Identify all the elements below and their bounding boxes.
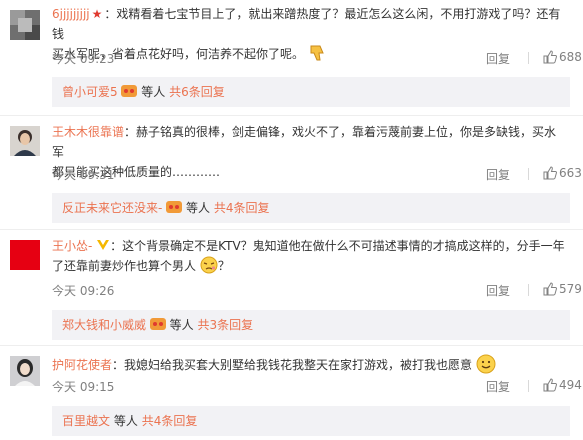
vip-icon — [121, 85, 138, 97]
meta-separator — [528, 168, 529, 180]
comment-content-line2-end: ？ — [217, 259, 230, 273]
sub-reply-box[interactable]: 郑大钱和小威威 等人 共3条回复 — [52, 310, 570, 340]
comment-content-line1: ：戏精看着七宝节目上了，就出来蹭热度了？最近怎么这么闲，不用打游戏了吗？还有钱 — [52, 7, 561, 41]
sub-reply-username[interactable]: 郑大钱和小威威 — [62, 318, 146, 332]
emoji-icon — [476, 354, 496, 374]
comment-username[interactable]: 王木木很靠谱 — [52, 125, 124, 139]
sub-reply-etc: 等人 — [113, 414, 138, 428]
avatar[interactable] — [10, 126, 40, 156]
sub-reply-more[interactable]: 共6条回复 — [169, 85, 225, 99]
like-icon[interactable] — [543, 166, 557, 180]
comment-content-line1: ：这个背景确定不是KTV？鬼知道他在做什么不可描述事情的才搞成这样的，分手一年 — [110, 239, 565, 253]
comment-meta: 今天 09:15 回复 494 — [52, 378, 582, 396]
comment-meta: 今天 09:26 回复 579 — [52, 282, 582, 300]
comment-username[interactable]: 护阿花使者 — [52, 358, 112, 372]
sub-reply-more[interactable]: 共4条回复 — [142, 414, 198, 428]
meta-separator — [528, 284, 529, 296]
like-count: 579 — [559, 282, 582, 296]
comment-meta: 今天 09:23 回复 688 — [52, 50, 582, 68]
like-icon[interactable] — [543, 50, 557, 64]
like-count: 494 — [559, 378, 582, 392]
sub-reply-more[interactable]: 共3条回复 — [198, 318, 254, 332]
vip-icon — [166, 201, 183, 213]
comment-content-line1: ：赫子铭真的很棒，剑走偏锋，戏火不了，靠着污蔑前妻上位，你是多缺钱，买水军 — [52, 125, 557, 159]
vip-icon — [149, 318, 166, 330]
sub-reply-username[interactable]: 曾小可爱5 — [62, 85, 118, 99]
sub-reply-username[interactable]: 反正未来它还没来- — [62, 201, 162, 215]
sub-reply-etc: 等人 — [186, 201, 211, 215]
like-icon[interactable] — [543, 282, 557, 296]
avatar[interactable] — [10, 356, 40, 386]
meta-separator — [528, 52, 529, 64]
like-count: 663 — [559, 166, 582, 180]
comment-time: 今天 09:23 — [52, 52, 115, 66]
reply-button[interactable]: 回复 — [486, 166, 510, 183]
divider — [0, 345, 583, 346]
sub-reply-box[interactable]: 曾小可爱5 等人 共6条回复 — [52, 77, 570, 107]
comment-text: 王小怂- ：这个背景确定不是KTV？鬼知道他在做什么不可描述事情的才搞成这样的，… — [52, 236, 567, 276]
comment-content-line1: ：我媳妇给我买套大别墅给我钱花我整天在家打游戏，被打我也愿意 — [112, 358, 473, 372]
avatar-image — [10, 240, 40, 270]
reply-button[interactable]: 回复 — [486, 282, 510, 299]
comment-text: 护阿花使者：我媳妇给我买套大别墅给我钱花我整天在家打游戏，被打我也愿意 — [52, 354, 567, 375]
divider — [0, 229, 583, 230]
avatar[interactable] — [10, 240, 40, 270]
reply-button[interactable]: 回复 — [486, 378, 510, 395]
comment-time: 今天 09:31 — [52, 168, 115, 182]
vip-icon — [97, 240, 110, 250]
sub-reply-box[interactable]: 反正未来它还没来- 等人 共4条回复 — [52, 193, 570, 223]
like-icon[interactable] — [543, 378, 557, 392]
comment-username[interactable]: 6jjjjjjjjj — [52, 7, 90, 21]
comment-content-line2: 了还靠前妻炒作也算个男人 — [52, 259, 197, 273]
meta-separator — [528, 380, 529, 392]
comment-time: 今天 09:15 — [52, 380, 115, 394]
sub-reply-more[interactable]: 共4条回复 — [214, 201, 270, 215]
like-count: 688 — [559, 50, 582, 64]
comment-meta: 今天 09:31 回复 663 — [52, 166, 582, 184]
avatar-image — [10, 126, 40, 156]
avatar[interactable] — [10, 10, 40, 40]
comment-username[interactable]: 王小怂- — [52, 239, 92, 253]
star-badge-icon: ★ — [91, 7, 103, 21]
comment-time: 今天 09:26 — [52, 284, 115, 298]
emoji-icon — [200, 256, 218, 274]
reply-button[interactable]: 回复 — [486, 50, 510, 67]
avatar-image — [10, 10, 40, 40]
sub-reply-username[interactable]: 百里越文 — [62, 414, 110, 428]
avatar-image — [10, 356, 40, 386]
divider — [0, 115, 583, 116]
sub-reply-etc: 等人 — [141, 85, 166, 99]
sub-reply-etc: 等人 — [169, 318, 194, 332]
sub-reply-box[interactable]: 百里越文 等人 共4条回复 — [52, 406, 570, 436]
